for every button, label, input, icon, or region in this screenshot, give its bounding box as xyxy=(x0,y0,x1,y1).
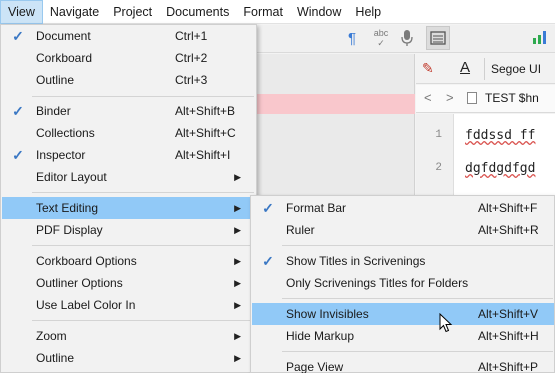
submenu-arrow-icon: ▶ xyxy=(234,300,241,310)
editor-header: < > TEST $hn xyxy=(416,85,555,113)
submenu-arrow-icon: ▶ xyxy=(234,278,241,288)
menu-separator xyxy=(32,192,254,193)
text-color-icon[interactable]: A xyxy=(460,59,470,76)
menu-item-use-label-color[interactable]: Use Label Color In ▶ xyxy=(2,294,255,316)
binder-selected-row[interactable] xyxy=(250,94,415,114)
menu-item-format-bar[interactable]: ✓ Format Bar Alt+Shift+F xyxy=(252,197,554,219)
menu-item-corkboard-options[interactable]: Corkboard Options ▶ xyxy=(2,250,255,272)
paragraph-icon[interactable]: ¶ xyxy=(343,29,361,49)
view-menu: ✓ Document Ctrl+1 Corkboard Ctrl+2 Outli… xyxy=(0,24,257,373)
menu-item-editor-layout[interactable]: Editor Layout ▶ xyxy=(2,166,255,188)
check-icon: ✓ xyxy=(12,147,24,163)
menu-separator xyxy=(32,96,254,97)
menu-navigate[interactable]: Navigate xyxy=(43,0,106,24)
menu-item-show-invisibles[interactable]: Show Invisibles Alt+Shift+V xyxy=(252,303,554,325)
code-line[interactable]: fddssd ff xyxy=(465,128,535,143)
font-selector[interactable]: Segoe UI xyxy=(484,58,555,80)
check-icon: ✓ xyxy=(262,200,274,216)
submenu-arrow-icon: ▶ xyxy=(234,203,241,213)
document-icon xyxy=(467,92,477,104)
format-bar: ✎ A Segoe UI xyxy=(416,54,555,84)
menu-help[interactable]: Help xyxy=(348,0,388,24)
menu-documents[interactable]: Documents xyxy=(159,0,236,24)
code-line[interactable]: dgfdgdfgd xyxy=(465,161,535,176)
forward-arrow-icon[interactable]: > xyxy=(446,90,454,105)
check-icon: ✓ xyxy=(12,28,24,44)
menu-format[interactable]: Format xyxy=(236,0,290,24)
submenu-arrow-icon: ▶ xyxy=(234,172,241,182)
menu-item-outline-sub[interactable]: Outline ▶ xyxy=(2,347,255,369)
menu-item-only-scrivenings-titles[interactable]: Only Scrivenings Titles for Folders xyxy=(252,272,554,294)
line-number: 2 xyxy=(435,162,442,174)
menu-item-outliner-options[interactable]: Outliner Options ▶ xyxy=(2,272,255,294)
menu-project[interactable]: Project xyxy=(106,0,159,24)
menu-separator xyxy=(282,245,553,246)
check-icon: ✓ xyxy=(12,103,24,119)
menu-bar: View Navigate Project Documents Format W… xyxy=(0,0,555,24)
submenu-arrow-icon: ▶ xyxy=(234,331,241,341)
menu-item-document[interactable]: ✓ Document Ctrl+1 xyxy=(2,25,255,47)
mouse-cursor-icon xyxy=(439,313,453,333)
menu-view[interactable]: View xyxy=(0,0,43,24)
menu-item-zoom[interactable]: Zoom ▶ xyxy=(2,325,255,347)
menu-item-page-view[interactable]: Page View Alt+Shift+P xyxy=(252,356,554,373)
menu-item-show-titles-scrivenings[interactable]: ✓ Show Titles in Scrivenings xyxy=(252,250,554,272)
submenu-arrow-icon: ▶ xyxy=(234,256,241,266)
keyboard-button[interactable] xyxy=(426,26,450,50)
check-icon: ✓ xyxy=(262,253,274,269)
menu-item-binder[interactable]: ✓ Binder Alt+Shift+B xyxy=(2,100,255,122)
line-number: 1 xyxy=(435,129,442,141)
highlight-pen-icon[interactable]: ✎ xyxy=(422,60,434,77)
menu-item-ruler[interactable]: Ruler Alt+Shift+R xyxy=(252,219,554,241)
spellcheck-icon[interactable]: abc ✓ xyxy=(369,28,393,48)
menu-item-pdf-display[interactable]: PDF Display ▶ xyxy=(2,219,255,241)
menu-separator xyxy=(282,298,553,299)
menu-separator xyxy=(32,245,254,246)
menu-item-corkboard[interactable]: Corkboard Ctrl+2 xyxy=(2,47,255,69)
submenu-arrow-icon: ▶ xyxy=(234,353,241,363)
menu-item-collections[interactable]: Collections Alt+Shift+C xyxy=(2,122,255,144)
menu-item-outline[interactable]: Outline Ctrl+3 xyxy=(2,69,255,91)
menu-item-hide-markup[interactable]: Hide Markup Alt+Shift+H xyxy=(252,325,554,347)
menu-item-text-editing[interactable]: Text Editing ▶ xyxy=(2,197,255,219)
microphone-icon[interactable] xyxy=(399,29,415,49)
stats-icon[interactable] xyxy=(531,29,549,49)
menu-item-inspector[interactable]: ✓ Inspector Alt+Shift+I xyxy=(2,144,255,166)
document-title: TEST $hn xyxy=(485,91,539,105)
submenu-arrow-icon: ▶ xyxy=(234,225,241,235)
menu-separator xyxy=(32,320,254,321)
text-editing-submenu: ✓ Format Bar Alt+Shift+F Ruler Alt+Shift… xyxy=(250,195,555,373)
menu-separator xyxy=(282,351,553,352)
keyboard-icon xyxy=(430,31,446,45)
back-arrow-icon[interactable]: < xyxy=(424,90,432,105)
menu-window[interactable]: Window xyxy=(290,0,348,24)
